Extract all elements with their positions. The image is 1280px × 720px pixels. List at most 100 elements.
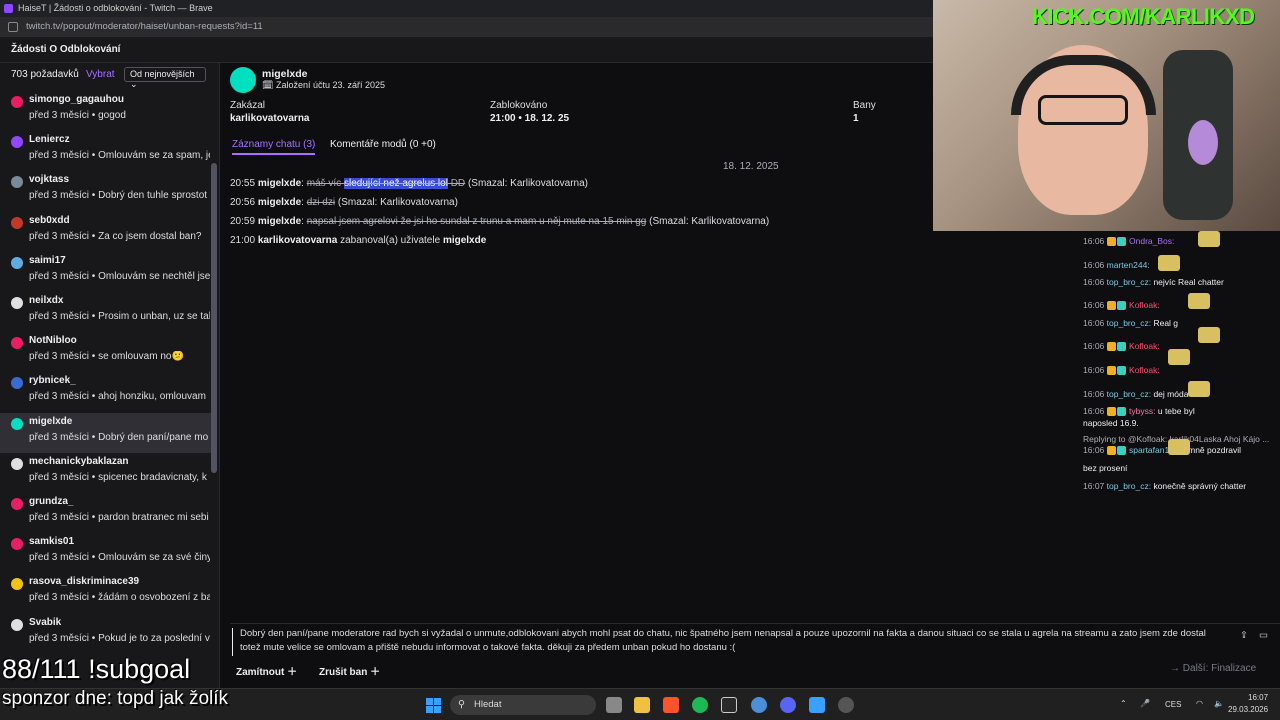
avatar [11,618,23,631]
chat-user[interactable]: marten244: [1107,260,1150,270]
emote-icon [1198,327,1220,343]
request-username: Leniercz [29,134,70,146]
select-button[interactable]: Vybrat [86,69,115,80]
chat-time: 16:06 [1083,365,1105,375]
chat-user[interactable]: top_bro_cz: [1107,318,1151,328]
log-user[interactable]: migelxde [258,178,301,189]
chat-user[interactable]: Kofloak: [1129,341,1160,351]
request-list-item[interactable]: saimi17 před 3 měsíci • Omlouvám se nech… [0,252,212,292]
browser-icon[interactable] [751,697,767,713]
subgoal-overlay: 88/111 !subgoal [2,654,191,684]
brave-icon[interactable] [663,697,679,713]
cancel-ban-button[interactable]: Zrušit ban ＋ [319,663,380,678]
banned-by-value: karlikovatovarna [230,113,310,124]
chat-user[interactable]: top_bro_cz: [1107,277,1151,287]
request-list-item[interactable]: NotNibloo před 3 měsíci • se omlouvam no… [0,332,212,372]
chat-log-line: 20:59 migelxde: napsal jsem agrelovi že … [230,216,770,227]
chat-user[interactable]: Kofloak: [1129,300,1160,310]
request-list-item[interactable]: migelxde před 3 měsíci • Dobrý den paní/… [0,412,212,453]
request-list-item[interactable]: rasova_diskriminace39 před 3 měsíci • žá… [0,573,212,613]
avatar [11,297,23,309]
request-list-item[interactable]: grundza_ před 3 měsíci • pardon bratrane… [0,493,212,533]
sub-badge-icon [1106,446,1116,456]
log-user[interactable]: migelxde [258,197,301,208]
chat-user[interactable]: top_bro_cz: [1107,389,1151,399]
language-indicator[interactable]: CES [1165,700,1181,709]
log-user[interactable]: migelxde [258,216,301,227]
taskbar-search[interactable]: ⚲ Hledat [450,695,596,715]
microphone-icon[interactable]: 🎤 [1140,699,1150,708]
task-view-icon[interactable] [606,697,622,713]
deny-button[interactable]: Zamítnout ＋ [236,663,297,678]
chat-user[interactable]: Kofloak: [1129,365,1160,375]
window-title: HaiseT | Žádosti o odblokování - Twitch … [18,3,213,13]
tray-chevron-icon[interactable]: ⌃ [1120,699,1127,708]
request-username: rybnicek_ [29,375,76,387]
glasses [1038,95,1128,125]
request-list-item[interactable]: rybnicek_ před 3 měsíci • ahoj honziku, … [0,372,212,412]
request-list-item[interactable]: simongo_gagauhou před 3 měsíci • gogod [0,91,212,131]
chat-log-line: 20:56 migelxde: dzi dzi (Smazal: Karliko… [230,197,458,208]
chat-message: 16:06 top_bro_cz: nejvíc Real chatter [1083,277,1224,287]
scrollbar[interactable] [211,163,217,473]
request-list-item[interactable]: mechanickybaklazan před 3 měsíci • spice… [0,453,212,493]
request-preview: před 3 měsíci • Omlouvám se za spam, je [29,150,210,162]
emote-icon [1168,439,1190,455]
request-list-item[interactable]: neilxdx před 3 měsíci • Prosim o unban, … [0,292,212,332]
chat-message: 16:06 Kofloak: [1083,365,1160,376]
emote-icon [1168,349,1190,365]
log-user[interactable]: migelxde [443,235,486,246]
tab-mod-comments[interactable]: Komentáře modů (0 +0) [330,139,436,150]
app-icon[interactable] [721,697,737,713]
username[interactable]: migelxde [262,68,308,80]
request-username: NotNibloo [29,335,77,347]
action-bar: Zamítnout ＋ Zrušit ban ＋ → Další: Finali… [220,660,1280,682]
chat-message: 16:06 Kofloak: [1083,300,1160,311]
url-text[interactable]: twitch.tv/popout/moderator/haiset/unban-… [26,21,263,32]
avatar [11,136,23,149]
chat-user[interactable]: tybyss: [1129,406,1155,416]
chat-log-line: 20:55 migelxde: máš víc sledující než ag… [230,178,588,189]
avatar [11,256,23,269]
volume-icon[interactable]: 🔈 [1214,699,1224,708]
request-list-item[interactable]: seb0xdd před 3 měsíci • Za co jsem dosta… [0,212,212,252]
file-explorer-icon[interactable] [634,697,650,713]
share-icon[interactable]: ⇪ [1240,629,1248,643]
next-finalize-button[interactable]: → Další: Finalizace [1170,663,1256,674]
spotify-icon[interactable] [692,697,708,713]
clock-time[interactable]: 16:07 [1248,693,1268,702]
emote-icon [1188,293,1210,309]
request-list-item[interactable]: Svabik před 3 měsíci • Pokud je to za po… [0,614,212,654]
chat-message: 16:06 marten244: [1083,260,1150,270]
photos-icon[interactable] [809,697,825,713]
clock-date[interactable]: 29.03.2026 [1228,705,1268,714]
log-mod[interactable]: karlikovatovarna [258,235,338,246]
chevron-down-icon: ⌄ [130,79,138,89]
settings-icon[interactable] [838,697,854,713]
request-username: samkis01 [29,536,75,548]
tab-chat-logs[interactable]: Záznamy chatu (3) [232,139,316,155]
log-time: 21:00 [230,235,256,246]
chat-user[interactable]: top_bro_cz: [1107,481,1151,491]
comment-icon[interactable]: ▭ [1259,629,1268,643]
wifi-icon[interactable]: ◠ [1196,699,1203,708]
chat-user[interactable]: Ondra_Bos: [1129,236,1174,246]
request-list-item[interactable]: samkis01 před 3 měsíci • Omlouvám se za … [0,533,212,573]
request-list-item[interactable]: vojktass před 3 měsíci • Dobrý den tuhle… [0,171,212,211]
avatar [11,337,23,350]
search-icon: ⚲ [458,699,465,710]
chat-time: 16:07 [1083,481,1105,491]
blocked-value: 21:00 • 18. 12. 25 [490,113,570,124]
windows-start-icon[interactable] [426,698,441,713]
msg-pre: napsal jsem agrelovi že jsi ho sundal z … [306,216,647,227]
request-preview: před 3 měsíci • se omlouvam no😕 [29,351,184,363]
stream-chat-overlay: 16:06 Ondra_Bos: 16:06 marten244: 16:06 … [1078,231,1280,501]
log-time: 20:59 [230,216,256,227]
avatar [11,417,23,430]
sort-dropdown[interactable]: Od nejnovějších ⌄ [124,67,206,89]
sponsor-overlay: sponzor dne: topd jak žolík [2,688,229,709]
sub-badge-icon [1106,301,1116,311]
request-list-item[interactable]: Leniercz před 3 měsíci • Omlouvám se za … [0,131,212,171]
discord-icon[interactable] [780,697,796,713]
sub-badge-icon [1106,407,1116,417]
